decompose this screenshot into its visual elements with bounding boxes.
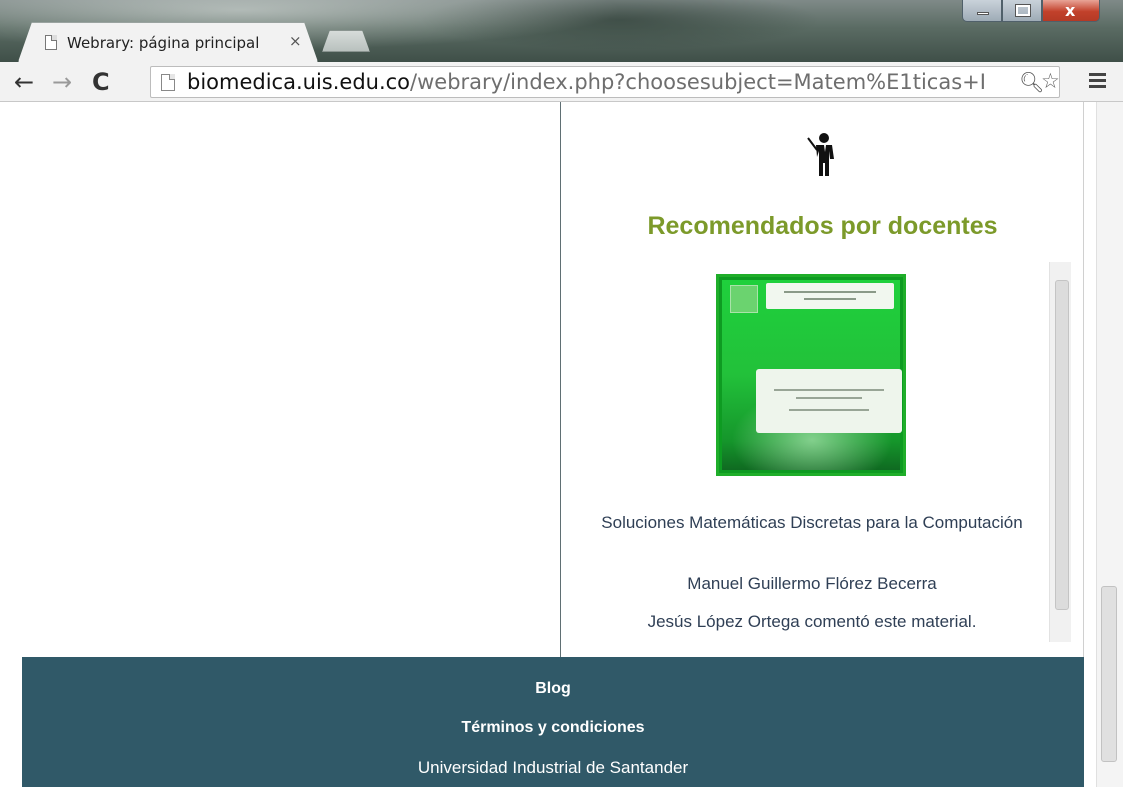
panel-scrollbar[interactable] <box>1049 262 1071 642</box>
recommendation-list: Soluciones Matemáticas Discretas para la… <box>577 262 1071 642</box>
new-tab-button[interactable] <box>322 30 370 52</box>
panel-scrollbar-thumb[interactable] <box>1055 280 1069 610</box>
back-arrow-icon[interactable]: ← <box>14 68 34 96</box>
book-cover[interactable] <box>716 274 906 476</box>
book-title-link[interactable]: Soluciones Matemáticas Discretas para la… <box>577 512 1047 534</box>
page-scrollbar-thumb[interactable] <box>1101 586 1117 762</box>
teacher-icon <box>807 133 834 176</box>
star-icon[interactable]: ☆ <box>1041 69 1059 93</box>
cover-square <box>730 285 758 313</box>
main-column <box>22 102 560 657</box>
minimize-button[interactable] <box>962 0 1002 22</box>
book-comment: Jesús López Ortega comentó este material… <box>647 612 977 631</box>
url-host: biomedica.uis.edu.co <box>187 70 411 94</box>
tab-title: Webrary: página principal <box>67 34 260 52</box>
forward-arrow-icon[interactable]: → <box>52 68 72 96</box>
browser-toolbar: ← → C biomedica.uis.edu.co/webrary/index… <box>0 62 1123 102</box>
url-text[interactable]: biomedica.uis.edu.co/webrary/index.php?c… <box>187 70 1011 94</box>
page-icon <box>161 74 175 91</box>
url-path: /webrary/index.php?choosesubject=Matem%E… <box>410 70 986 94</box>
address-bar[interactable]: biomedica.uis.edu.co/webrary/index.php?c… <box>150 66 1060 98</box>
minimize-icon <box>977 12 989 15</box>
book-author: Manuel Guillermo Flórez Becerra <box>687 574 937 593</box>
maximize-icon <box>1015 4 1031 17</box>
window-controls: x <box>962 0 1100 22</box>
book-cover-image <box>722 280 902 470</box>
recommendations-heading: Recomendados por docentes <box>647 212 998 240</box>
browser-tab[interactable]: Webrary: página principal × <box>18 22 318 62</box>
page-footer: Blog Términos y condiciones Universidad … <box>22 657 1084 787</box>
footer-blog-link[interactable]: Blog <box>22 680 1084 698</box>
tab-close-button[interactable]: × <box>289 32 302 50</box>
page-icon <box>45 35 57 50</box>
footer-university: Universidad Industrial de Santander <box>417 758 689 777</box>
maximize-button[interactable] <box>1002 0 1042 22</box>
close-icon: x <box>1065 1 1076 20</box>
close-window-button[interactable]: x <box>1042 0 1100 22</box>
reload-icon[interactable]: C <box>92 68 110 96</box>
page-scrollbar[interactable] <box>1096 102 1123 787</box>
cover-title-label <box>756 369 902 433</box>
cover-top-label <box>766 283 894 309</box>
recommendations-panel: Recomendados por docentes Soluciones Mat… <box>561 102 1084 657</box>
footer-terms-link[interactable]: Términos y condiciones <box>22 719 1084 737</box>
hamburger-menu-icon[interactable] <box>1089 71 1111 91</box>
page-viewport: Recomendados por docentes Soluciones Mat… <box>0 102 1096 787</box>
